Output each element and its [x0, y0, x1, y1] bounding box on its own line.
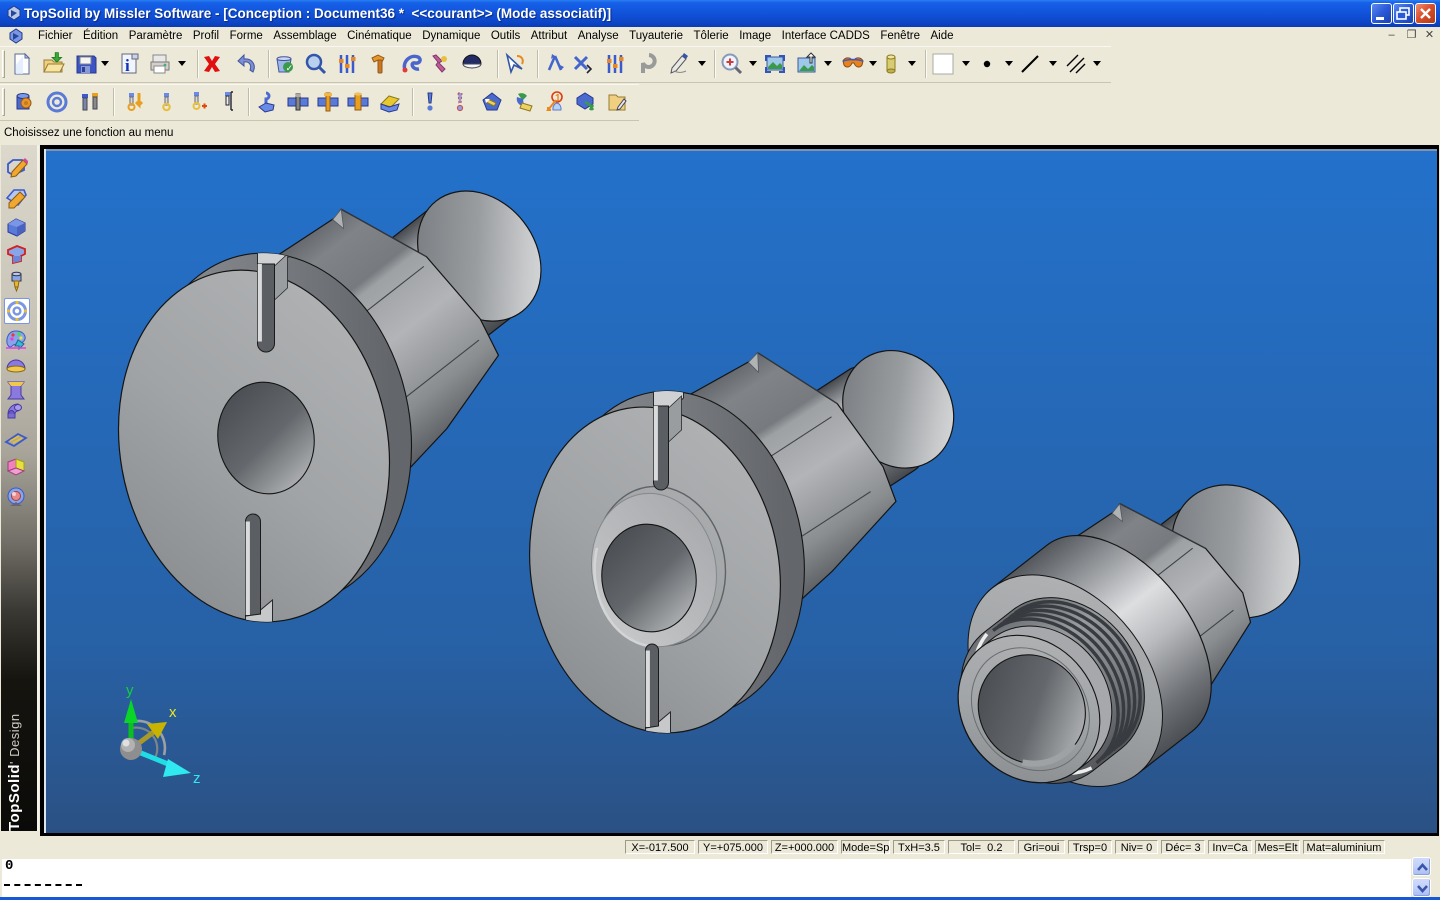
- svg-text:z: z: [193, 770, 201, 787]
- svg-text:i: i: [125, 56, 130, 75]
- svg-text:y: y: [126, 682, 134, 699]
- svg-text:1: 1: [555, 93, 561, 104]
- svg-text:✓: ✓: [286, 63, 294, 73]
- svg-text:x: x: [169, 704, 177, 721]
